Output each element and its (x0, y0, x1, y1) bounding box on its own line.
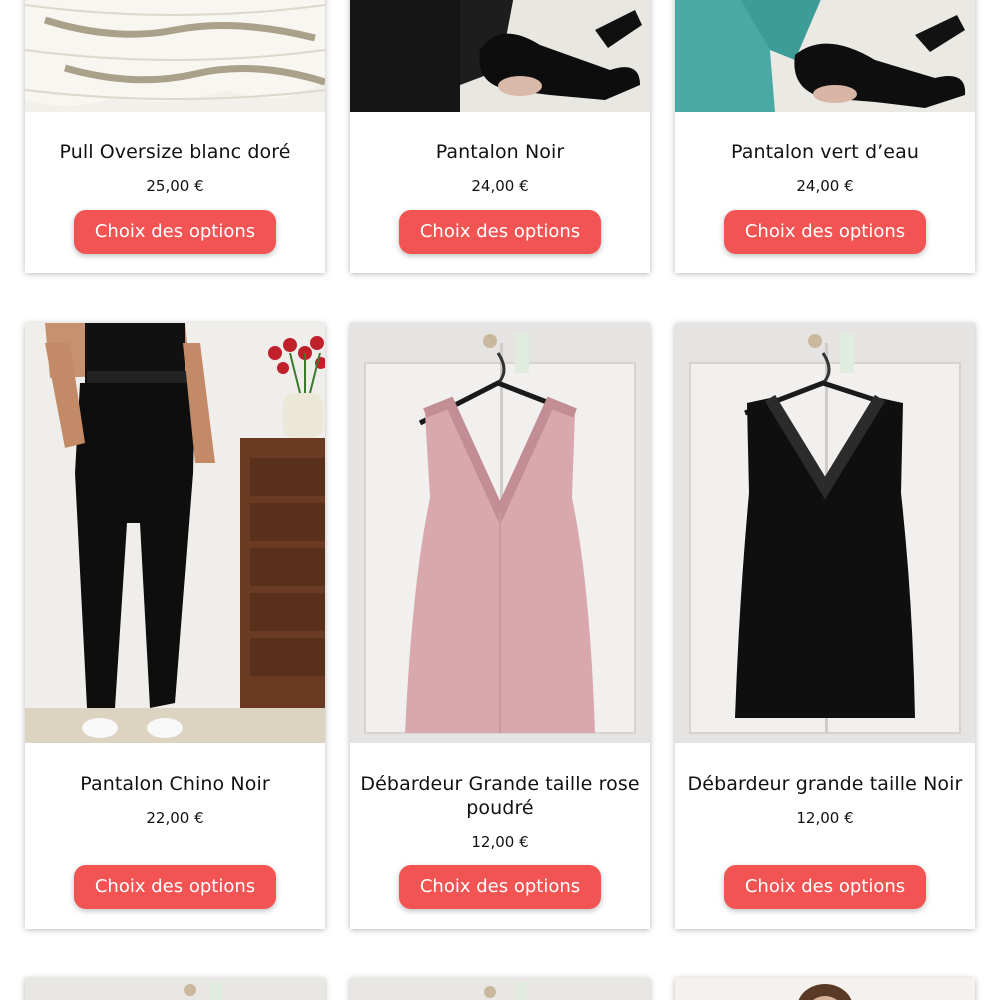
product-card (350, 978, 650, 1000)
product-price: 24,00 € (471, 177, 529, 195)
product-image[interactable] (25, 323, 325, 743)
product-card: Pull Oversize blanc doré 25,00 € Choix d… (25, 0, 325, 273)
product-image[interactable] (350, 0, 650, 112)
product-image[interactable] (350, 323, 650, 743)
choose-options-button[interactable]: Choix des options (74, 210, 276, 254)
product-card (675, 978, 975, 1000)
product-price: 22,00 € (146, 809, 204, 827)
choose-options-button[interactable]: Choix des options (399, 865, 601, 909)
product-grid: Pull Oversize blanc doré 25,00 € Choix d… (0, 0, 1000, 1000)
product-image[interactable] (25, 978, 325, 1000)
product-title[interactable]: Débardeur grande taille Noir (685, 772, 965, 796)
product-title[interactable]: Pantalon Chino Noir (35, 772, 315, 796)
product-card: Pantalon vert d’eau 24,00 € Choix des op… (675, 0, 975, 273)
product-image[interactable] (675, 323, 975, 743)
product-card: Pantalon Chino Noir 22,00 € Choix des op… (25, 323, 325, 929)
product-price: 24,00 € (796, 177, 854, 195)
product-card: Débardeur Grande taille rose poudré 12,0… (350, 323, 650, 929)
product-price: 25,00 € (146, 177, 204, 195)
product-card: Pantalon Noir 24,00 € Choix des options (350, 0, 650, 273)
product-title[interactable]: Pantalon vert d’eau (685, 140, 965, 164)
product-price: 12,00 € (796, 809, 854, 827)
choose-options-button[interactable]: Choix des options (724, 210, 926, 254)
product-title[interactable]: Pantalon Noir (360, 140, 640, 164)
choose-options-button[interactable]: Choix des options (399, 210, 601, 254)
product-card (25, 978, 325, 1000)
product-card: Débardeur grande taille Noir 12,00 € Cho… (675, 323, 975, 929)
product-image[interactable] (25, 0, 325, 112)
product-image[interactable] (675, 978, 975, 1000)
choose-options-button[interactable]: Choix des options (724, 865, 926, 909)
product-title[interactable]: Pull Oversize blanc doré (35, 140, 315, 164)
product-price: 12,00 € (471, 833, 529, 851)
product-image[interactable] (350, 978, 650, 1000)
product-title[interactable]: Débardeur Grande taille rose poudré (360, 772, 640, 820)
choose-options-button[interactable]: Choix des options (74, 865, 276, 909)
product-image[interactable] (675, 0, 975, 112)
